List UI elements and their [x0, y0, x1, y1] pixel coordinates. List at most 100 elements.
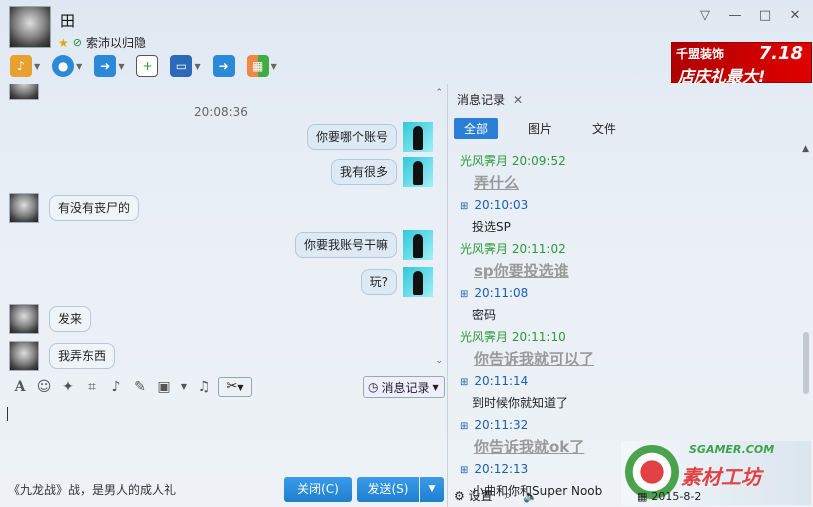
font-icon[interactable]: A [10, 377, 30, 397]
message-bubble[interactable]: 有没有丧尸的 [49, 195, 140, 221]
star-icon: ★ [58, 35, 69, 50]
message-row: 你要我账号干嘛 [294, 230, 433, 260]
chevron-down-icon: ▼ [270, 61, 277, 71]
history-sender: ⊞ 20:11:32 [460, 414, 790, 436]
history-time: 20:11:08 [474, 286, 529, 300]
chat-messages[interactable]: ⌃ 20:08:36 你要哪个账号 我有很多 有没有丧尸的 你要我账号干嘛 玩?… [0, 84, 447, 371]
screen-share-icon: ➜ [212, 55, 235, 77]
camera-icon: ● [52, 55, 75, 77]
message-timestamp: 20:08:36 [194, 105, 248, 119]
filter-images[interactable]: 图片 [518, 118, 562, 139]
image-icon[interactable]: ▣ [154, 377, 174, 397]
send-file-button[interactable]: ➜ ▼ [90, 52, 128, 80]
maximize-button[interactable]: □ [750, 4, 780, 28]
user-icon: ⊞ [460, 465, 469, 476]
chevron-down-icon[interactable]: ▼ [178, 377, 190, 397]
filter-all[interactable]: 全部 [454, 118, 499, 139]
user-icon: ⊞ [460, 421, 469, 432]
text-caret [7, 407, 8, 421]
date-display: ▦ 2015-8-2 [637, 490, 701, 503]
chat-add-icon: + [136, 55, 159, 77]
history-sender: 光风霁月 20:09:52 [460, 154, 566, 168]
logo-site: SGAMER.COM [689, 443, 775, 456]
avatar [403, 122, 433, 152]
window-controls: ▽ — □ ✕ [690, 4, 810, 28]
send-button[interactable]: 发送(S) [357, 477, 419, 502]
message-row: 有没有丧尸的 [9, 193, 140, 223]
contact-avatar[interactable] [9, 6, 51, 48]
contact-signature: 索沛以归隐 [85, 36, 146, 50]
header: 田 ★ ⊘ 索沛以归隐 ▽ — □ ✕ ♪ ▼ ● ▼ ➜ ▼ + ▭ ▼ ➜ ▦ ▼ 千… [0, 0, 813, 86]
close-button[interactable]: 关闭(C) [284, 477, 352, 502]
avatar [9, 304, 39, 334]
message-bubble[interactable]: 玩? [360, 269, 397, 295]
history-message: 到时候你就知道了 [472, 396, 569, 410]
voice-message-icon[interactable]: ♪ [106, 377, 126, 397]
apps-button[interactable]: ▦ ▼ [243, 52, 281, 80]
main-toolbar: ♪ ▼ ● ▼ ➜ ▼ + ▭ ▼ ➜ ▦ ▼ [6, 52, 281, 80]
minimize-button[interactable]: — [720, 4, 750, 28]
edit-icon[interactable]: ✎ [130, 377, 150, 397]
chevron-down-icon: ▼ [76, 61, 83, 71]
share-screen-button[interactable]: ➜ [209, 52, 239, 80]
contact-name[interactable]: 田 [60, 10, 75, 31]
avatar [9, 84, 39, 100]
menu-chevron-icon[interactable]: ▽ [690, 4, 720, 28]
history-sender: ⊞ 20:11:08 [460, 282, 790, 304]
logo-brand: 素材工坊 [681, 465, 761, 489]
message-bubble[interactable]: 你要哪个账号 [306, 124, 397, 150]
send-options-button[interactable]: ▼ [420, 477, 444, 502]
settings-button[interactable]: ⚙ 设置 [454, 487, 493, 504]
close-window-button[interactable]: ✕ [780, 4, 810, 28]
message-bubble[interactable]: 发来 [49, 306, 92, 332]
message-row: 我有很多 [330, 157, 433, 187]
history-filters: 全部 图片 文件 [454, 118, 626, 139]
speaker-icon[interactable]: 🔈 [523, 489, 538, 503]
close-icon[interactable]: ✕ [513, 93, 523, 107]
history-sender: 光风霁月 20:11:02 [460, 242, 566, 256]
magic-icon[interactable]: ✦ [58, 377, 78, 397]
search-icon[interactable]: ⌕ [505, 488, 512, 503]
history-time: 20:10:03 [474, 198, 529, 212]
message-row: 玩? [360, 267, 433, 297]
chevron-down-icon: ▼ [194, 61, 201, 71]
avatar [403, 267, 433, 297]
history-button[interactable]: ◷ 消息记录 ▼ [363, 376, 445, 398]
filter-files[interactable]: 文件 [582, 118, 626, 139]
ad-banner[interactable]: 千盟装饰 7.18 店庆礼最大! [671, 42, 812, 86]
footer-ad-text[interactable]: 《九龙战》战，是男人的成人礼 [8, 481, 176, 498]
folder-icon: ➜ [94, 55, 117, 77]
chevron-down-icon: ▼ [34, 61, 41, 71]
scroll-up-icon[interactable]: ▲ [802, 144, 809, 154]
avatar [403, 230, 433, 260]
message-input[interactable] [0, 401, 447, 475]
scroll-up-icon[interactable]: ⌃ [435, 88, 443, 98]
history-message: 你告诉我就可以了 [474, 350, 595, 368]
chevron-down-icon: ▼ [432, 382, 439, 392]
create-discussion-button[interactable]: + [132, 52, 162, 80]
tab-history[interactable]: 消息记录 ✕ [457, 91, 523, 108]
video-call-button[interactable]: ● ▼ [48, 52, 86, 80]
voice-call-button[interactable]: ♪ ▼ [6, 52, 44, 80]
message-bubble[interactable]: 我弄东西 [49, 343, 116, 369]
shake-icon[interactable]: ⌗ [82, 377, 102, 397]
tab-history-label: 消息记录 [457, 93, 506, 107]
chevron-down-icon: ▼ [428, 484, 436, 494]
screenshot-button[interactable]: ✂▼ [218, 377, 252, 397]
message-bubble[interactable]: 我有很多 [330, 159, 397, 185]
scissors-icon: ✂ [226, 379, 238, 394]
user-icon: ⊞ [460, 289, 469, 300]
ad-date: 7.18 [758, 43, 803, 64]
message-row: 发来 [9, 304, 92, 334]
chevron-down-icon: ▼ [118, 61, 125, 71]
scroll-down-icon[interactable]: ⌄ [435, 356, 443, 366]
message-row: 我弄东西 [9, 341, 116, 371]
music-icon[interactable]: ♫ [194, 377, 214, 397]
avatar [9, 193, 39, 223]
message-bubble[interactable]: 你要我账号干嘛 [294, 232, 397, 258]
remote-desktop-button[interactable]: ▭ ▼ [166, 52, 204, 80]
history-scrollbar[interactable] [803, 332, 809, 394]
emoji-icon[interactable]: ☺ [34, 377, 54, 397]
settings-label: 设置 [468, 489, 493, 503]
history-sender: 光风霁月 20:11:10 [460, 330, 566, 344]
